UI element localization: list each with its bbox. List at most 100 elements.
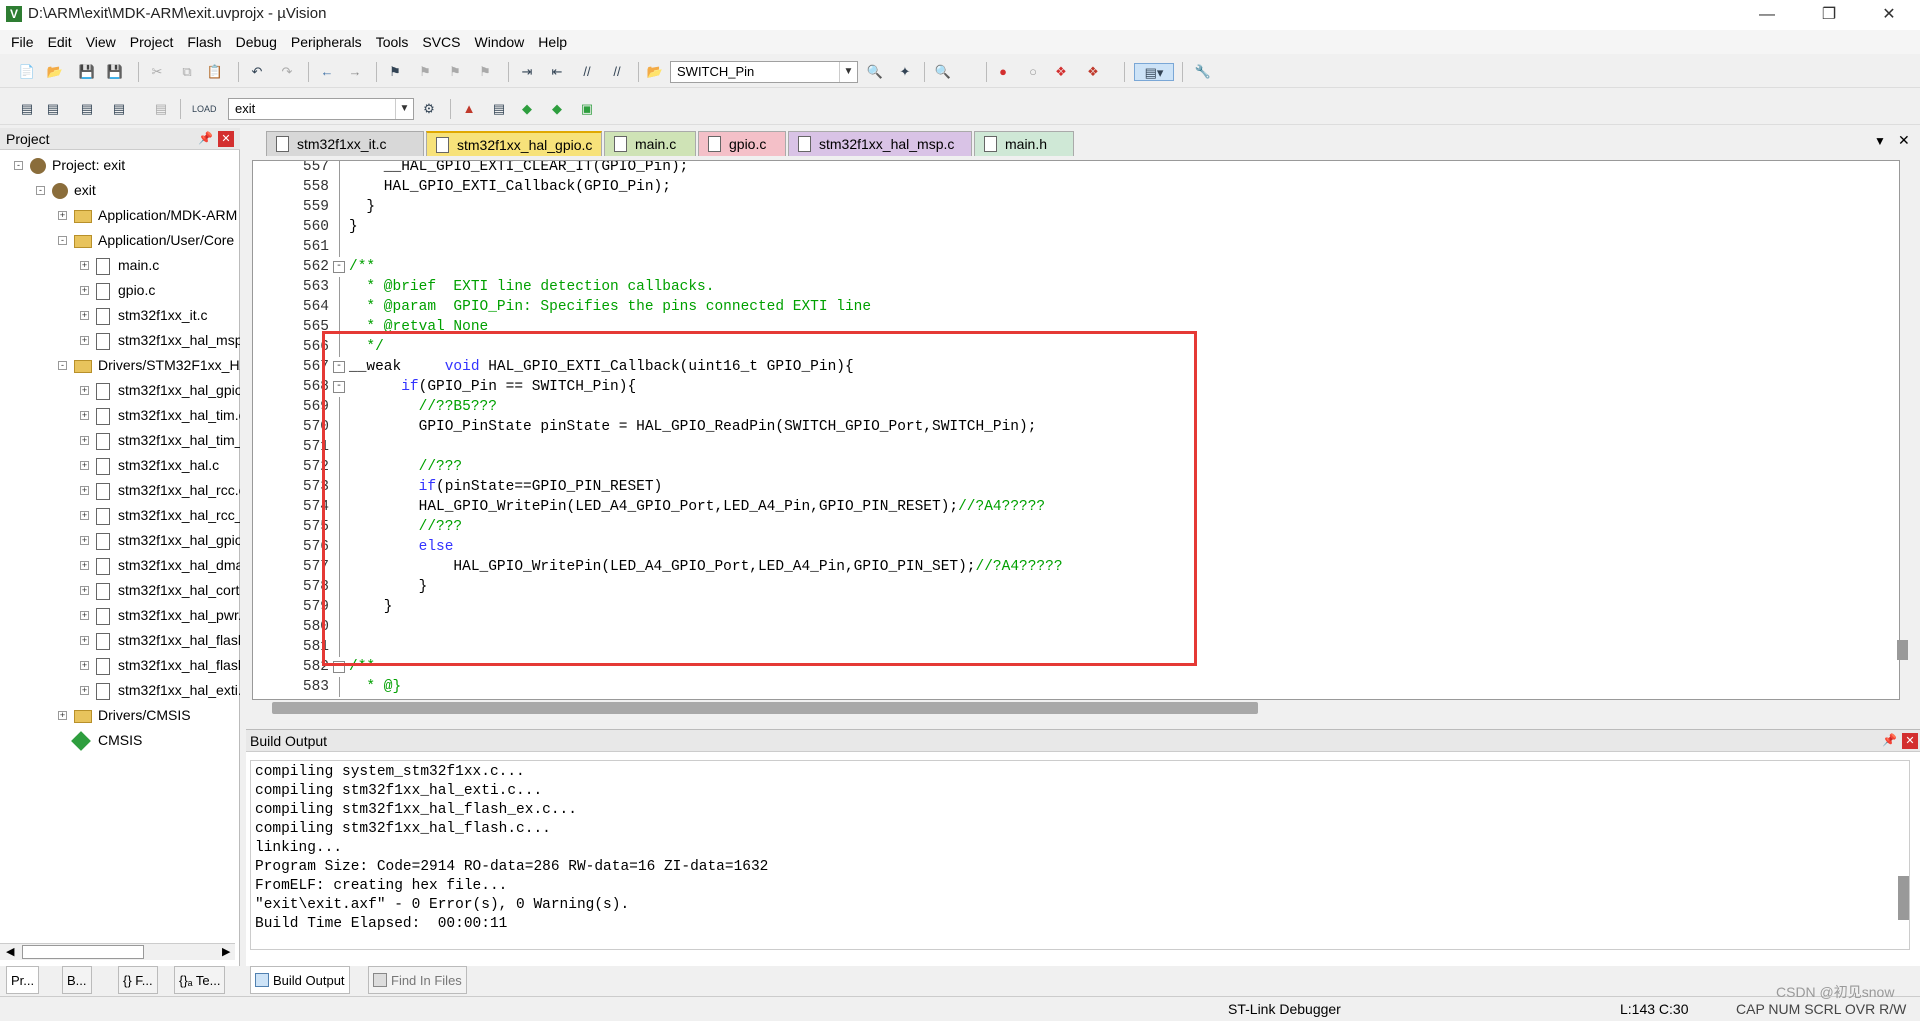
expand-icon[interactable]: + (80, 386, 89, 395)
expand-icon[interactable]: + (80, 511, 89, 520)
target-combo[interactable]: exit ▼ (228, 98, 414, 120)
build-icon[interactable]: ▤ (44, 100, 62, 118)
tree-item[interactable]: - Application/User/Core (58, 228, 234, 253)
tree-item[interactable]: + stm32f1xx_hal_rcc_ex.c (80, 503, 240, 528)
batch-build-icon[interactable]: ▤ (110, 100, 128, 118)
incremental-find-icon[interactable]: ✦ (896, 63, 914, 81)
menu-edit[interactable]: Edit (41, 30, 79, 54)
tree-item[interactable]: + stm32f1xx_hal_gpio_ex.c (80, 378, 240, 403)
editor-vscroll-thumb[interactable] (1897, 640, 1908, 660)
menu-window[interactable]: Window (468, 30, 532, 54)
disable-all-breakpoints-icon[interactable]: ❖ (1052, 63, 1070, 81)
tab-books[interactable]: B... (62, 966, 92, 994)
tree-item[interactable]: - Drivers/STM32F1xx_HAL_Driver (58, 353, 240, 378)
expand-icon[interactable]: + (80, 311, 89, 320)
tree-item[interactable]: + stm32f1xx_hal_rcc.c (80, 478, 240, 503)
file-tab[interactable]: gpio.c (698, 131, 786, 156)
menu-svcs[interactable]: SVCS (415, 30, 467, 54)
unindent-icon[interactable]: ⇤ (548, 63, 566, 81)
menu-tools[interactable]: Tools (369, 30, 416, 54)
open-icon[interactable]: 📂 (46, 63, 64, 81)
scroll-left-icon[interactable]: ◀ (6, 945, 14, 958)
copy-icon[interactable]: ⧉ (178, 63, 196, 81)
expand-icon[interactable]: + (80, 561, 89, 570)
close-tab-icon[interactable]: ✕ (1898, 132, 1910, 149)
tab-find-in-files[interactable]: Find In Files (368, 966, 467, 994)
comment-icon[interactable]: // (578, 63, 596, 81)
maximize-icon[interactable]: ❐ (1806, 0, 1852, 30)
save-all-icon[interactable]: 💾 (106, 63, 124, 81)
tab-functions[interactable]: {} F... (118, 966, 158, 994)
tab-build-output[interactable]: Build Output (250, 966, 350, 994)
tree-item[interactable]: + stm32f1xx_hal_tim_ex.c (80, 428, 240, 453)
tree-item[interactable]: - exit (36, 178, 96, 203)
cut-icon[interactable]: ✂ (148, 63, 166, 81)
expand-icon[interactable]: + (80, 661, 89, 670)
tree-item[interactable]: + Application/MDK-ARM (58, 203, 237, 228)
minimize-icon[interactable]: — (1744, 0, 1790, 30)
expand-icon[interactable]: + (80, 336, 89, 345)
file-tab[interactable]: stm32f1xx_it.c (266, 131, 424, 156)
tree-item[interactable]: + main.c (80, 253, 159, 278)
file-tab[interactable]: stm32f1xx_hal_msp.c (788, 131, 972, 156)
collapse-icon[interactable]: - (36, 186, 45, 195)
editor-hscroll-thumb[interactable] (272, 702, 1258, 714)
file-tab[interactable]: stm32f1xx_hal_gpio.c (426, 131, 602, 156)
project-hscrollbar[interactable]: ◀ ▶ (0, 943, 235, 960)
close-panel-icon[interactable]: ✕ (1902, 733, 1918, 749)
tree-item[interactable]: + stm32f1xx_hal_cortex.c (80, 578, 240, 603)
tree-item[interactable]: + gpio.c (80, 278, 155, 303)
configure-icon[interactable]: 🔧 (1194, 63, 1212, 81)
breakpoint-icon[interactable]: ● (994, 63, 1012, 81)
expand-icon[interactable]: + (80, 436, 89, 445)
nav-back-icon[interactable]: ← (318, 63, 336, 81)
expand-icon[interactable]: + (80, 461, 89, 470)
find-in-files-icon[interactable]: 📂 (646, 63, 664, 81)
fold-toggle-icon[interactable]: - (333, 261, 345, 273)
rebuild-icon[interactable]: ▤ (78, 100, 96, 118)
tab-project[interactable]: Pr... (6, 966, 40, 994)
menu-peripherals[interactable]: Peripherals (284, 30, 369, 54)
search-combo[interactable]: SWITCH_Pin ▼ (670, 61, 858, 83)
menu-view[interactable]: View (79, 30, 123, 54)
redo-icon[interactable]: ↷ (278, 63, 296, 81)
debug-session-icon[interactable]: 🔍 (934, 63, 952, 81)
expand-icon[interactable]: + (80, 586, 89, 595)
tab-list-icon[interactable]: ▼ (1874, 134, 1886, 148)
build-vscroll-thumb[interactable] (1898, 876, 1909, 920)
next-bookmark-icon[interactable]: ⚑ (446, 63, 464, 81)
expand-icon[interactable]: + (58, 211, 67, 220)
target-options-icon[interactable]: ⚙ (420, 100, 438, 118)
kill-breakpoints-icon[interactable]: ❖ (1084, 63, 1102, 81)
collapse-icon[interactable]: - (58, 236, 67, 245)
expand-icon[interactable]: + (80, 286, 89, 295)
file-tab[interactable]: main.h (974, 131, 1074, 156)
tab-templates[interactable]: {}ₐ Te... (174, 966, 226, 994)
bookmark-icon[interactable]: ⚑ (386, 63, 404, 81)
window-layout-icon[interactable]: ▤▾ (1134, 63, 1174, 81)
collapse-icon[interactable]: - (58, 361, 67, 370)
manage-project-icon[interactable]: ▲ (460, 100, 478, 118)
pin-icon[interactable]: 📌 (198, 131, 213, 145)
undo-icon[interactable]: ↶ (248, 63, 266, 81)
translate-icon[interactable]: ▤ (18, 100, 36, 118)
pin-icon[interactable]: 📌 (1882, 733, 1897, 747)
menu-debug[interactable]: Debug (229, 30, 284, 54)
new-file-icon[interactable]: 📄 (18, 63, 36, 81)
manage-rte-icon[interactable]: ◆ (518, 100, 536, 118)
clear-bookmarks-icon[interactable]: ⚑ (476, 63, 494, 81)
tree-item[interactable]: - Project: exit (14, 153, 125, 178)
disable-breakpoint-icon[interactable]: ○ (1024, 63, 1042, 81)
scroll-right-icon[interactable]: ▶ (222, 945, 230, 958)
expand-icon[interactable]: + (80, 261, 89, 270)
menu-flash[interactable]: Flash (180, 30, 228, 54)
tree-item[interactable]: + stm32f1xx_hal_gpio.c (80, 528, 240, 553)
collapse-icon[interactable]: - (14, 161, 23, 170)
save-icon[interactable]: 💾 (78, 63, 96, 81)
file-tab[interactable]: main.c (604, 131, 696, 156)
tree-item[interactable]: + stm32f1xx_hal.c (80, 453, 219, 478)
tree-item[interactable]: CMSIS (71, 728, 142, 753)
chevron-down-icon[interactable]: ▼ (839, 62, 857, 82)
build-output-text[interactable]: compiling system_stm32f1xx.c... compiling… (250, 760, 1910, 950)
expand-icon[interactable]: + (80, 486, 89, 495)
